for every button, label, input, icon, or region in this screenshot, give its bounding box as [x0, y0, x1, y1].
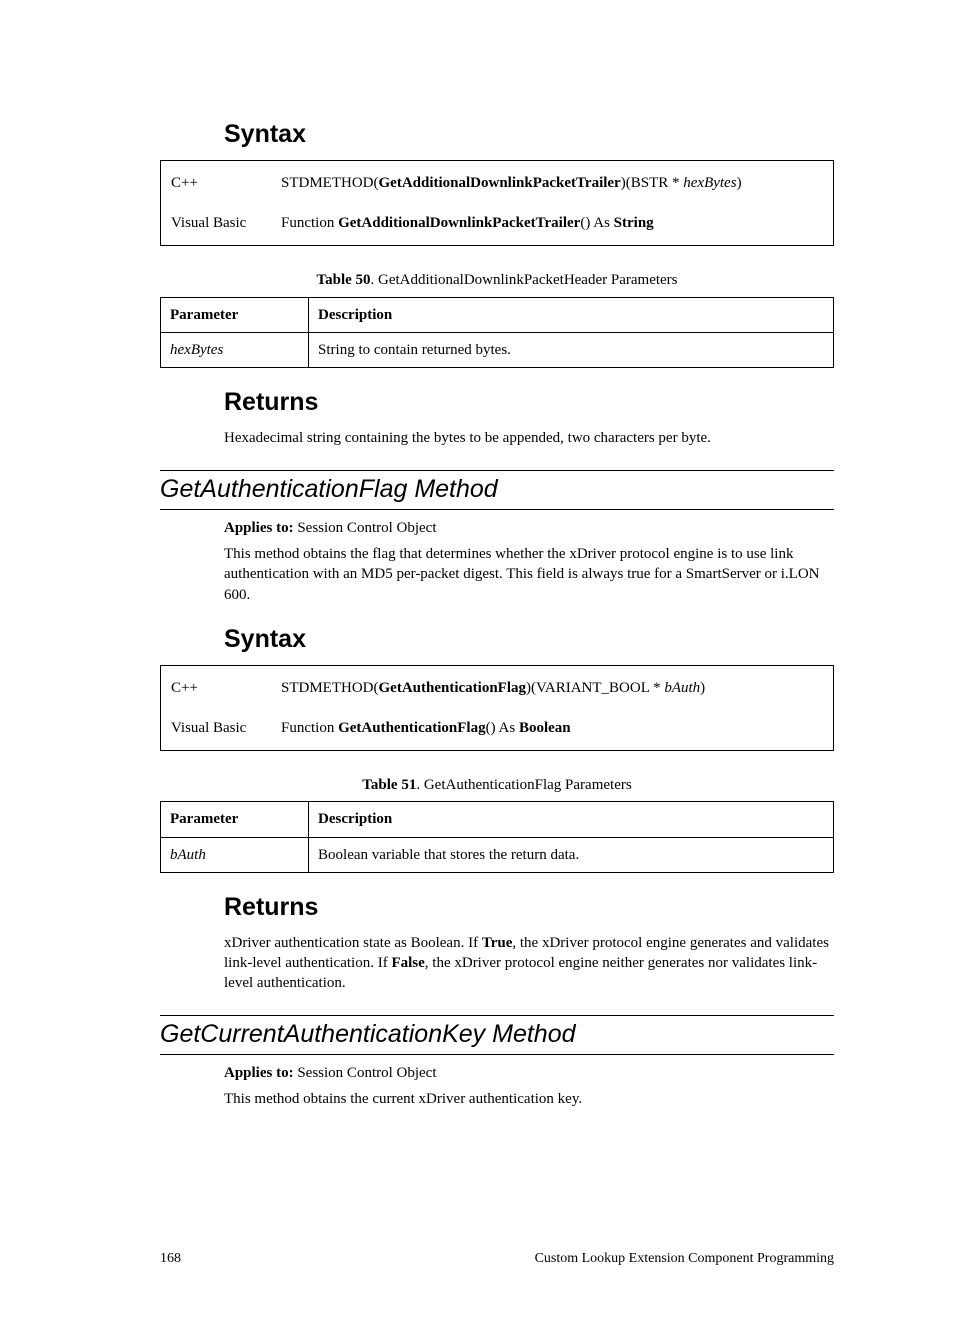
returns-text: Hexadecimal string containing the bytes … — [224, 428, 834, 448]
method-description: This method obtains the flag that determ… — [224, 544, 834, 605]
syntax-lang: Visual Basic — [161, 203, 272, 246]
param-table-50: Parameter Description hexBytes String to… — [160, 297, 834, 369]
table-row: bAuth Boolean variable that stores the r… — [161, 837, 834, 872]
col-description: Description — [309, 802, 834, 837]
table-row: hexBytes String to contain returned byte… — [161, 332, 834, 367]
table-caption-51: Table 51. GetAuthenticationFlag Paramete… — [160, 775, 834, 795]
method-title-getauthenticationflag: GetAuthenticationFlag Method — [160, 470, 834, 510]
applies-to: Applies to: Session Control Object — [224, 1063, 834, 1083]
param-desc: String to contain returned bytes. — [309, 332, 834, 367]
syntax-row: C++ STDMETHOD(GetAuthenticationFlag)(VAR… — [161, 665, 834, 708]
table-header-row: Parameter Description — [161, 297, 834, 332]
param-name: hexBytes — [161, 332, 309, 367]
col-parameter: Parameter — [161, 297, 309, 332]
param-name: bAuth — [161, 837, 309, 872]
page-number: 168 — [160, 1250, 181, 1269]
returns-heading: Returns — [160, 386, 834, 420]
syntax-row: Visual Basic Function GetAuthenticationF… — [161, 708, 834, 751]
syntax-sig: Function GetAdditionalDownlinkPacketTrai… — [271, 203, 834, 246]
syntax-sig: STDMETHOD(GetAuthenticationFlag)(VARIANT… — [271, 665, 834, 708]
method-description: This method obtains the current xDriver … — [224, 1089, 834, 1109]
method-title-getcurrentauthenticationkey: GetCurrentAuthenticationKey Method — [160, 1015, 834, 1055]
syntax-sig: Function GetAuthenticationFlag() As Bool… — [271, 708, 834, 751]
returns-heading: Returns — [160, 891, 834, 925]
syntax-row: C++ STDMETHOD(GetAdditionalDownlinkPacke… — [161, 160, 834, 203]
footer-title: Custom Lookup Extension Component Progra… — [535, 1250, 834, 1269]
syntax-heading: Syntax — [160, 623, 834, 657]
col-description: Description — [309, 297, 834, 332]
syntax-table-2: C++ STDMETHOD(GetAuthenticationFlag)(VAR… — [160, 665, 834, 752]
applies-to: Applies to: Session Control Object — [224, 518, 834, 538]
syntax-heading: Syntax — [160, 118, 834, 152]
param-desc: Boolean variable that stores the return … — [309, 837, 834, 872]
table-header-row: Parameter Description — [161, 802, 834, 837]
syntax-lang: C++ — [161, 160, 272, 203]
returns-text: xDriver authentication state as Boolean.… — [224, 933, 834, 994]
syntax-row: Visual Basic Function GetAdditionalDownl… — [161, 203, 834, 246]
syntax-sig: STDMETHOD(GetAdditionalDownlinkPacketTra… — [271, 160, 834, 203]
page-footer: 168 Custom Lookup Extension Component Pr… — [160, 1250, 834, 1269]
param-table-51: Parameter Description bAuth Boolean vari… — [160, 801, 834, 873]
col-parameter: Parameter — [161, 802, 309, 837]
syntax-table-1: C++ STDMETHOD(GetAdditionalDownlinkPacke… — [160, 160, 834, 247]
table-caption-50: Table 50. GetAdditionalDownlinkPacketHea… — [160, 270, 834, 290]
syntax-lang: Visual Basic — [161, 708, 272, 751]
syntax-lang: C++ — [161, 665, 272, 708]
